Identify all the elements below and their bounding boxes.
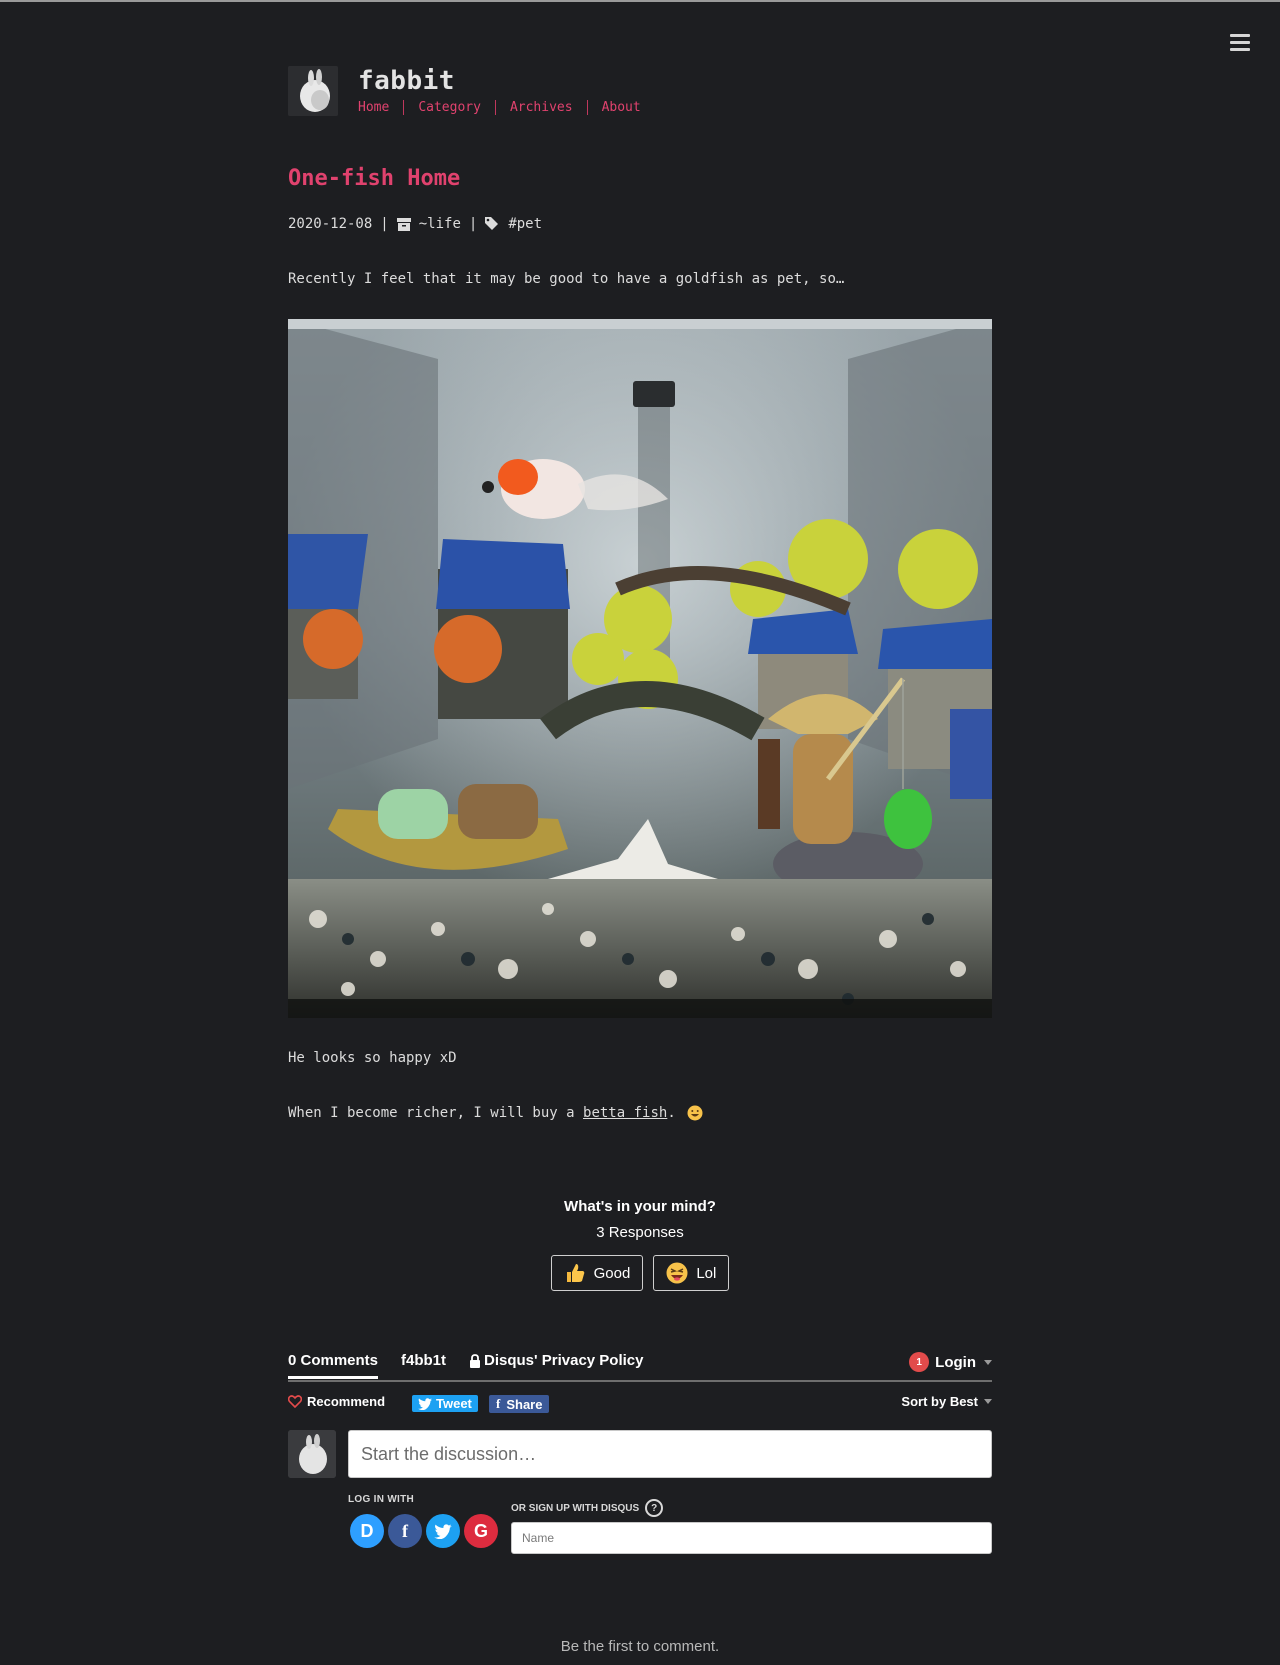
social-login-buttons: D f G xyxy=(350,1514,498,1548)
closing-paragraph: When I become richer, I will buy a betta… xyxy=(288,1102,706,1124)
archive-icon xyxy=(396,217,411,231)
photo-caption: He looks so happy xD xyxy=(288,1050,457,1066)
post-category[interactable]: ~life xyxy=(419,216,461,232)
aquarium-photo xyxy=(288,319,992,1018)
reaction-good-label: Good xyxy=(593,1264,631,1282)
nav-archives[interactable]: Archives xyxy=(510,100,588,115)
facebook-icon: f xyxy=(496,1396,501,1411)
recommend-button[interactable]: Recommend xyxy=(288,1394,385,1409)
post-intro: Recently I feel that it may be good to h… xyxy=(288,271,845,287)
post-meta: 2020-12-08 | ~life | #pet xyxy=(288,216,542,232)
tweet-label: Tweet xyxy=(436,1396,472,1411)
grinning-face-icon xyxy=(684,1102,706,1124)
comment-composer: Start the discussion… LOG IN WITH D f G … xyxy=(288,1430,992,1570)
empty-comments-message: Be the first to comment. xyxy=(560,1638,720,1655)
reactions-panel: What's in your mind? 3 Responses Good Lo… xyxy=(288,1198,992,1291)
nav-category[interactable]: Category xyxy=(418,100,496,115)
comment-input[interactable]: Start the discussion… xyxy=(348,1430,992,1478)
twitter-login-icon[interactable] xyxy=(426,1514,460,1548)
tab-forum[interactable]: f4bb1t xyxy=(401,1352,446,1369)
facebook-login-icon[interactable]: f xyxy=(388,1514,422,1548)
meta-separator: | xyxy=(380,216,389,232)
facebook-share-button[interactable]: f Share xyxy=(489,1395,550,1413)
reaction-buttons: Good Lol xyxy=(288,1255,992,1291)
reactions-question: What's in your mind? xyxy=(564,1198,716,1215)
nav-about[interactable]: About xyxy=(602,100,655,115)
login-button[interactable]: 1 Login xyxy=(909,1352,992,1372)
signup-text: OR SIGN UP WITH DISQUS xyxy=(511,1502,640,1514)
user-avatar xyxy=(288,1430,336,1478)
lock-icon xyxy=(470,1353,480,1368)
disqus-toolbar: Recommend Tweet f Share Sort by Best xyxy=(288,1382,992,1422)
login-label: Login xyxy=(935,1353,976,1371)
heart-icon xyxy=(288,1395,302,1408)
tab-privacy[interactable]: Disqus' Privacy Policy xyxy=(469,1352,643,1369)
google-login-icon[interactable]: G xyxy=(464,1514,498,1548)
notification-badge: 1 xyxy=(909,1352,930,1372)
post-title: One-fish Home xyxy=(288,166,461,191)
disqus-thread: 0 Comments f4bb1t Disqus' Privacy Policy… xyxy=(288,1348,992,1570)
help-icon[interactable]: ? xyxy=(645,1499,664,1517)
sort-dropdown[interactable]: Sort by Best xyxy=(901,1394,992,1409)
chevron-down-icon xyxy=(984,1359,992,1365)
disqus-tabs: 0 Comments f4bb1t Disqus' Privacy Policy… xyxy=(288,1348,992,1382)
tag-icon xyxy=(485,217,499,230)
reaction-lol-button[interactable]: Lol xyxy=(653,1255,730,1291)
recommend-label: Recommend xyxy=(307,1394,386,1409)
laughing-face-icon xyxy=(666,1262,688,1284)
disqus-login-icon[interactable]: D xyxy=(350,1514,384,1548)
post-date: 2020-12-08 xyxy=(288,216,373,232)
privacy-policy-link: Disqus' Privacy Policy xyxy=(484,1352,644,1369)
site-title[interactable]: fabbit xyxy=(358,66,455,96)
share-label: Share xyxy=(506,1396,543,1412)
nav-home[interactable]: Home xyxy=(358,100,405,115)
sort-label: Sort by Best xyxy=(901,1394,978,1409)
thumbs-up-icon xyxy=(564,1262,586,1284)
reactions-count: 3 Responses xyxy=(596,1224,684,1241)
closing-text-before: When I become richer, I will buy a xyxy=(288,1105,584,1121)
betta-fish-link[interactable]: betta fish xyxy=(583,1105,667,1121)
signup-label: OR SIGN UP WITH DISQUS ? xyxy=(511,1499,664,1517)
site-avatar[interactable] xyxy=(288,66,338,116)
site-header: fabbit Home Category Archives About xyxy=(288,66,992,122)
twitter-icon xyxy=(418,1397,432,1410)
tab-comments[interactable]: 0 Comments xyxy=(288,1352,379,1379)
closing-text-after: . xyxy=(667,1105,676,1121)
reaction-good-button[interactable]: Good xyxy=(550,1255,644,1291)
meta-separator: | xyxy=(468,216,478,232)
chevron-down-icon xyxy=(984,1399,992,1404)
name-input[interactable]: Name xyxy=(511,1522,992,1554)
reaction-lol-label: Lol xyxy=(696,1264,717,1282)
login-with-label: LOG IN WITH xyxy=(348,1494,415,1505)
post-tag[interactable]: #pet xyxy=(508,216,542,232)
tweet-button[interactable]: Tweet xyxy=(412,1395,478,1412)
hamburger-menu-icon[interactable] xyxy=(1230,34,1250,52)
main-nav: Home Category Archives About xyxy=(358,100,669,115)
top-border xyxy=(0,0,1280,2)
